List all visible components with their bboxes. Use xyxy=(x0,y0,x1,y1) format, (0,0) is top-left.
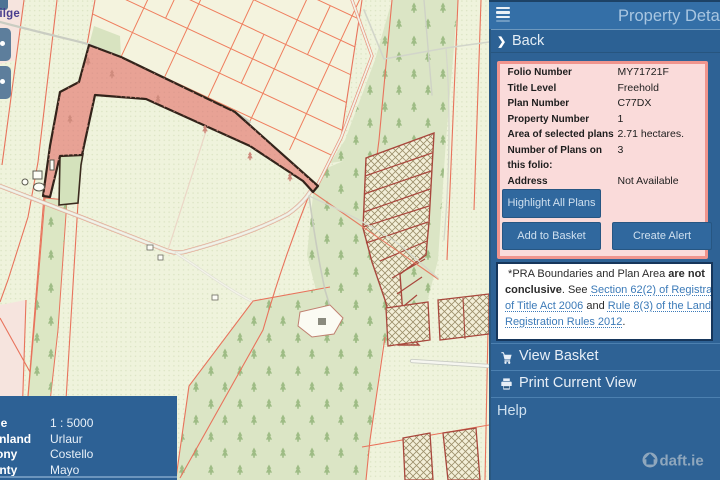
svg-text:daft.ie: daft.ie xyxy=(660,453,704,470)
